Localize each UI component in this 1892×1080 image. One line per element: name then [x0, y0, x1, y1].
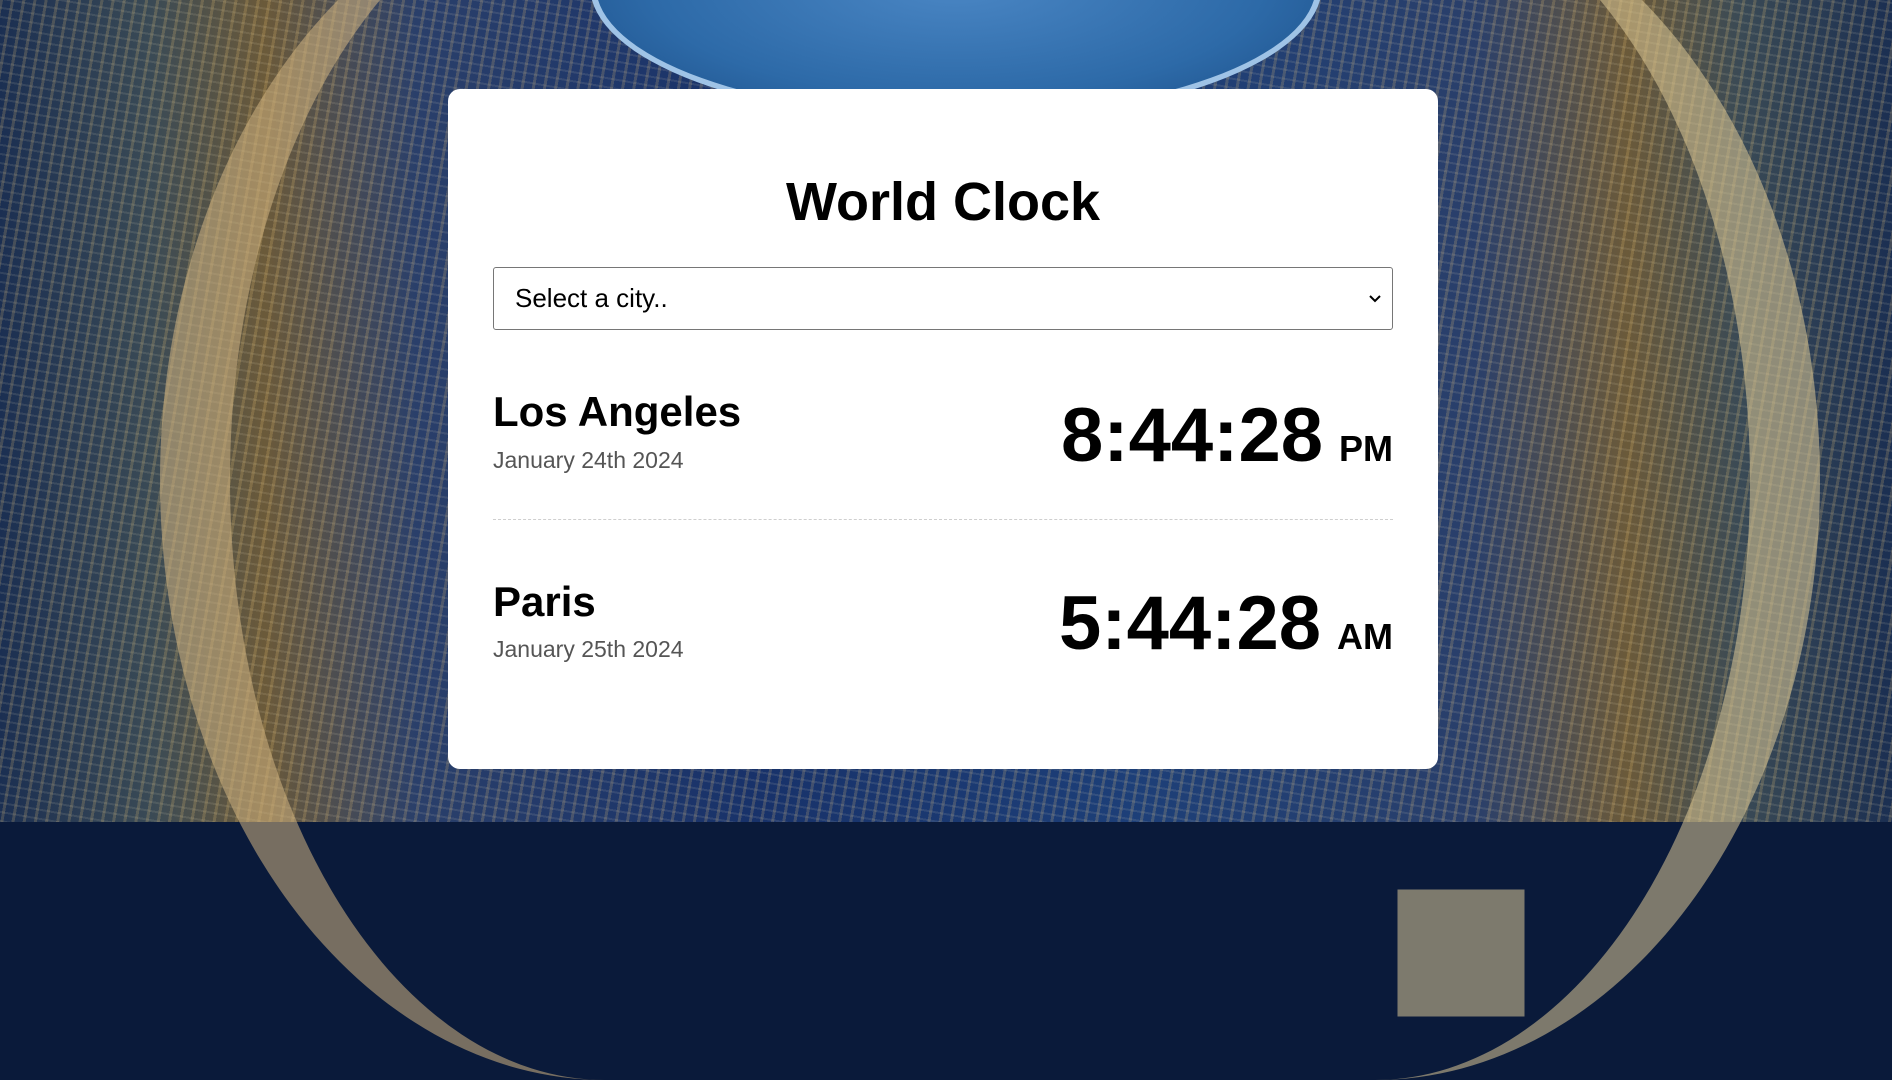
city-row-los-angeles: Los Angeles January 24th 2024 8:44:28 PM: [493, 330, 1393, 520]
city-select[interactable]: Select a city..: [493, 267, 1393, 330]
time-ampm: AM: [1337, 616, 1393, 657]
city-date: January 25th 2024: [493, 636, 684, 662]
city-select-value: Select a city..: [515, 283, 668, 313]
time-digits: 5:44:28: [1059, 581, 1321, 666]
city-date: January 24th 2024: [493, 447, 684, 473]
city-time: 8:44:28 PM: [1061, 392, 1393, 479]
city-name: Los Angeles: [493, 388, 742, 435]
time-digits: 8:44:28: [1061, 393, 1323, 478]
chevron-down-icon: [1368, 268, 1382, 329]
world-clock-card: World Clock Select a city.. Los Angeles …: [448, 89, 1438, 769]
page-title: World Clock: [785, 172, 1101, 232]
time-ampm: PM: [1339, 428, 1393, 469]
city-name: Paris: [493, 578, 596, 625]
city-time: 5:44:28 AM: [1059, 580, 1393, 667]
city-row-paris: Paris January 25th 2024 5:44:28 AM: [493, 520, 1393, 710]
